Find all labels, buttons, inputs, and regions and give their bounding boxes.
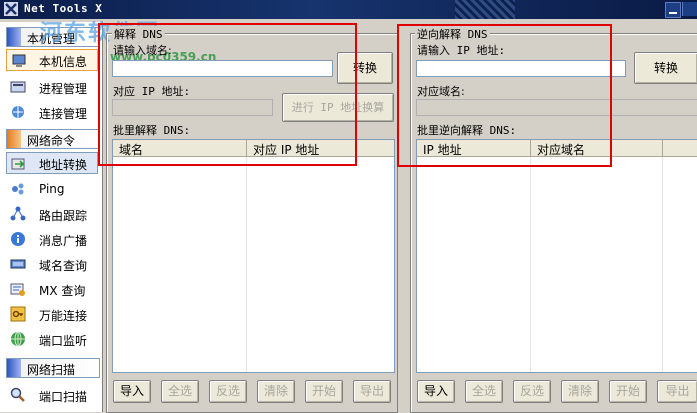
domain-output-label: 对应域名: bbox=[417, 85, 465, 98]
dns-clear-button[interactable]: 清除 bbox=[257, 380, 295, 403]
batch-reverse-dns-list[interactable]: IP 地址 对应域名 bbox=[416, 139, 697, 373]
reverse-dns-panel-legend: 逆向解释 DNS bbox=[415, 26, 490, 42]
ip-input-label: 请输入 IP 地址: bbox=[417, 44, 506, 57]
sidebar-item-label: 本机信息 bbox=[39, 55, 88, 69]
sidebar-item-address-convert[interactable]: 地址转换 bbox=[6, 152, 98, 174]
column-header-empty bbox=[663, 140, 697, 157]
sidebar-item-process-management[interactable]: 进程管理 bbox=[6, 76, 98, 98]
rdns-import-button[interactable]: 导入 bbox=[417, 380, 455, 403]
key-icon bbox=[10, 306, 26, 322]
dns-panel-legend: 解释 DNS bbox=[112, 26, 165, 42]
sidebar-item-message-broadcast[interactable]: 消息广播 bbox=[6, 228, 98, 250]
batch-reverse-dns-label: 批里逆向解释 DNS: bbox=[417, 124, 517, 137]
group-label: 网络命令 bbox=[27, 134, 76, 148]
connection-icon bbox=[12, 106, 24, 118]
group-network-scan[interactable]: 网络扫描 bbox=[6, 358, 100, 378]
sidebar-item-universal-connect[interactable]: 万能连接 bbox=[6, 303, 98, 325]
sidebar-item-connection-management[interactable]: 连接管理 bbox=[6, 101, 98, 123]
ip-calc-button[interactable]: 进行 IP 地址换算 bbox=[282, 93, 394, 122]
keyboard-icon bbox=[10, 259, 26, 269]
sidebar-item-label: 消息广播 bbox=[39, 234, 88, 248]
sidebar: 本机管理 本机信息 进程管理 连接管理 网络命令 地址转换 Ping 路由跟踪 … bbox=[0, 22, 103, 412]
globe-icon bbox=[11, 331, 25, 347]
sidebar-item-port-listen[interactable]: 端口监听 bbox=[6, 328, 98, 350]
close-button[interactable] bbox=[682, 2, 697, 16]
sidebar-item-local-info[interactable]: 本机信息 bbox=[6, 49, 98, 71]
sidebar-item-label: MX 查询 bbox=[39, 284, 86, 298]
rdns-invert-select-button[interactable]: 反选 bbox=[513, 380, 551, 403]
column-header-domain[interactable]: 对应域名 bbox=[531, 140, 663, 157]
group-label: 网络扫描 bbox=[27, 363, 76, 377]
sidebar-item-route-trace[interactable]: 路由跟踪 bbox=[6, 203, 98, 225]
title-decoration bbox=[455, 0, 515, 19]
ip-address-label: 对应 IP 地址: bbox=[113, 85, 191, 98]
dns-invert-select-button[interactable]: 反选 bbox=[209, 380, 247, 403]
sidebar-item-label: 地址转换 bbox=[39, 158, 88, 172]
sidebar-item-label: 域名查询 bbox=[39, 259, 88, 273]
computer-icon bbox=[12, 54, 26, 67]
column-header-ip[interactable]: IP 地址 bbox=[417, 140, 531, 157]
domain-input-label: 请输入域名: bbox=[113, 44, 172, 57]
sidebar-item-label: 路由跟踪 bbox=[39, 209, 88, 223]
ping-icon bbox=[12, 183, 24, 195]
domain-output bbox=[416, 99, 697, 116]
address-convert-icon bbox=[11, 158, 25, 170]
process-icon bbox=[10, 81, 26, 93]
rdns-select-all-button[interactable]: 全选 bbox=[465, 380, 503, 403]
magnifier-icon bbox=[10, 387, 25, 402]
dns-import-button[interactable]: 导入 bbox=[113, 380, 151, 403]
sidebar-item-label: 万能连接 bbox=[39, 309, 88, 323]
sidebar-item-label: 连接管理 bbox=[39, 107, 88, 121]
ip-input[interactable] bbox=[416, 60, 626, 77]
column-divider bbox=[530, 157, 531, 372]
rdns-convert-button[interactable]: 转换 bbox=[634, 52, 697, 84]
info-icon bbox=[11, 232, 25, 246]
sidebar-item-domain-query[interactable]: 域名查询 bbox=[6, 253, 98, 275]
dns-start-button[interactable]: 开始 bbox=[305, 380, 343, 403]
batch-dns-list[interactable]: 域名 对应 IP 地址 bbox=[112, 139, 395, 373]
route-trace-icon bbox=[10, 206, 26, 221]
dns-select-all-button[interactable]: 全选 bbox=[161, 380, 199, 403]
batch-dns-label: 批里解释 DNS: bbox=[113, 124, 191, 137]
dns-convert-button[interactable]: 转换 bbox=[337, 52, 393, 84]
rdns-clear-button[interactable]: 清除 bbox=[561, 380, 599, 403]
column-header-ip[interactable]: 对应 IP 地址 bbox=[247, 140, 394, 157]
column-header-domain[interactable]: 域名 bbox=[113, 140, 247, 157]
rdns-start-button[interactable]: 开始 bbox=[609, 380, 647, 403]
sidebar-item-label: 进程管理 bbox=[39, 82, 88, 96]
group-network-commands[interactable]: 网络命令 bbox=[6, 129, 100, 149]
sidebar-item-mx-query[interactable]: MX 查询 bbox=[6, 278, 98, 300]
ip-address-output bbox=[112, 99, 273, 116]
rdns-export-button[interactable]: 导出 bbox=[657, 380, 697, 403]
column-divider bbox=[662, 157, 663, 372]
minimize-button[interactable] bbox=[665, 2, 681, 18]
window-title: Net Tools X bbox=[24, 2, 103, 15]
sidebar-item-ping[interactable]: Ping bbox=[6, 178, 98, 200]
app-icon bbox=[4, 2, 18, 16]
sidebar-item-label: 端口扫描 bbox=[39, 390, 88, 404]
domain-input[interactable] bbox=[112, 60, 333, 77]
sidebar-item-label: 端口监听 bbox=[39, 334, 88, 348]
mx-query-icon bbox=[10, 283, 25, 296]
sidebar-item-label: Ping bbox=[39, 182, 65, 196]
column-divider bbox=[246, 157, 247, 372]
sidebar-item-port-scan[interactable]: 端口扫描 bbox=[6, 384, 98, 406]
dns-export-button[interactable]: 导出 bbox=[353, 380, 391, 403]
